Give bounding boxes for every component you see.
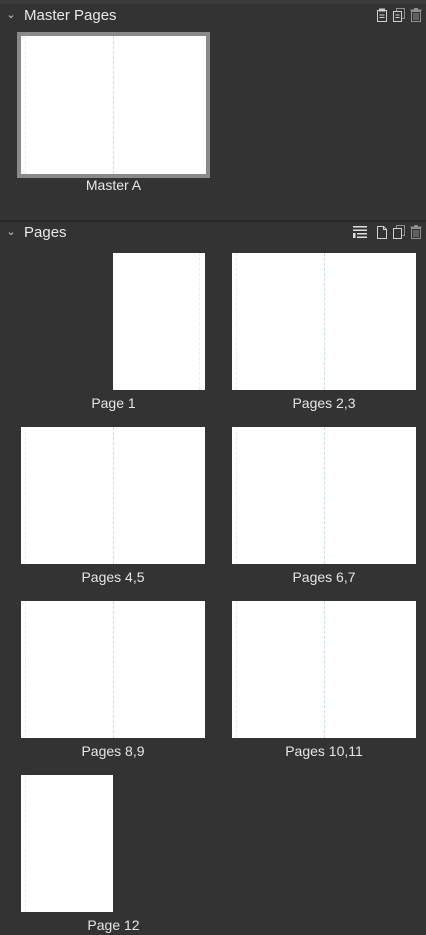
duplicate-page-icon[interactable] (392, 224, 406, 240)
margin-guide (25, 601, 26, 738)
pages-2-3-thumbnail[interactable] (232, 253, 416, 390)
master-pages-header[interactable]: ⌄ Master Pages (0, 4, 426, 26)
margin-guide (236, 427, 237, 564)
spine-guide (113, 36, 114, 174)
spine-guide (324, 601, 325, 738)
pages-title: Pages (24, 223, 67, 241)
new-page-icon[interactable] (375, 224, 389, 240)
pages-6-7-thumbnail[interactable] (232, 427, 416, 564)
page-12-label: Page 12 (87, 917, 140, 933)
spine-guide (324, 427, 325, 564)
pages-4-5-thumbnail[interactable] (21, 427, 205, 564)
page-12-thumbnail[interactable] (21, 775, 113, 912)
margin-guide (25, 36, 26, 174)
master-a-label: Master A (85, 177, 142, 193)
pages-8-9-thumbnail[interactable] (21, 601, 205, 738)
pages-6-7-label: Pages 6,7 (292, 569, 356, 585)
pages-4-5-label: Pages 4,5 (81, 569, 145, 585)
master-a-thumbnail[interactable] (17, 32, 210, 178)
spine-guide (113, 427, 114, 564)
delete-page-icon[interactable] (409, 224, 423, 240)
delete-master-icon[interactable] (409, 7, 423, 23)
margin-guide (236, 601, 237, 738)
margin-guide (236, 253, 237, 390)
master-pages-title: Master Pages (24, 6, 117, 24)
pages-10-11-label: Pages 10,11 (285, 743, 363, 759)
page-options-icon[interactable] (353, 224, 367, 240)
pages-10-11-thumbnail[interactable] (232, 601, 416, 738)
margin-guide (25, 775, 26, 912)
spine-guide (113, 601, 114, 738)
margin-guide (25, 427, 26, 564)
master-pages-toolbar (375, 4, 426, 26)
pages-panel: ⌄ Master Pages Master A ⌄ Pages Page 1 P… (0, 0, 426, 935)
chevron-down-icon[interactable]: ⌄ (4, 4, 18, 26)
pages-2-3-label: Pages 2,3 (292, 395, 356, 411)
margin-guide (199, 253, 200, 390)
chevron-down-icon[interactable]: ⌄ (4, 221, 18, 243)
pages-8-9-label: Pages 8,9 (81, 743, 145, 759)
duplicate-master-icon[interactable] (392, 7, 406, 23)
spine-guide (324, 253, 325, 390)
pages-toolbar (353, 221, 426, 243)
page-1-thumbnail[interactable] (113, 253, 205, 390)
pages-header[interactable]: ⌄ Pages (0, 221, 426, 243)
new-master-page-icon[interactable] (375, 7, 389, 23)
page-1-label: Page 1 (91, 395, 136, 411)
